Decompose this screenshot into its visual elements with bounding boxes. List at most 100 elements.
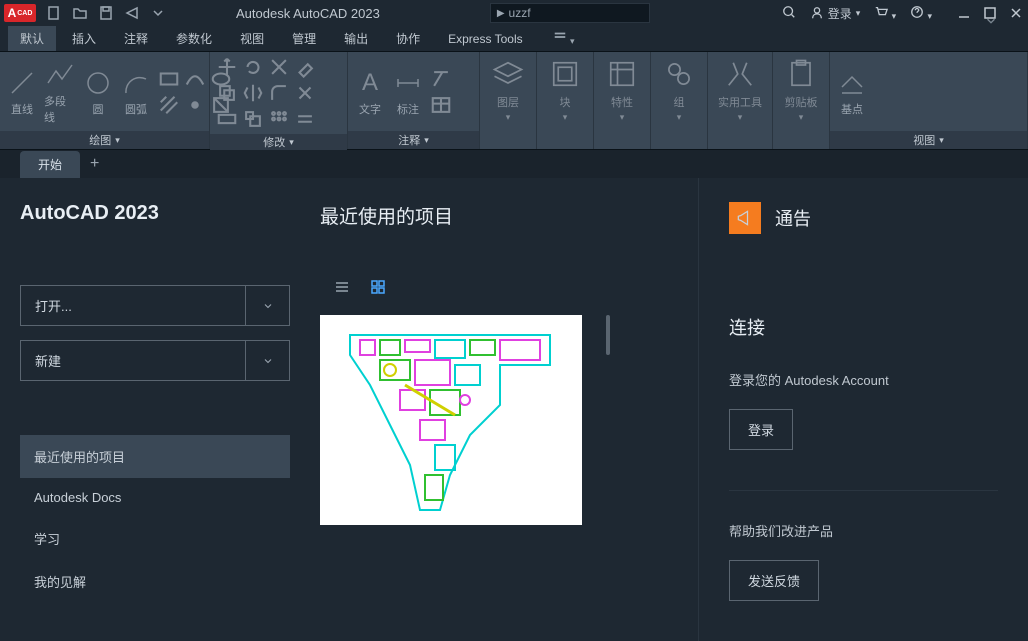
panel-utils[interactable]: 实用工具▾ (708, 52, 773, 149)
panel-props[interactable]: 特性▾ (594, 52, 651, 149)
feedback-button[interactable]: 发送反馈 (729, 560, 819, 601)
signin-button[interactable]: 登录 (729, 409, 793, 450)
announce-title: 通告 (775, 205, 811, 231)
quick-access-toolbar (46, 5, 166, 21)
start-main: 最近使用的项目 (310, 178, 698, 641)
tool-table[interactable] (430, 94, 452, 116)
tool-copy[interactable] (216, 82, 238, 104)
window-title: Autodesk AutoCAD 2023 (236, 6, 380, 21)
tool-text[interactable]: A文字 (354, 67, 386, 117)
minimize-button[interactable] (956, 5, 972, 21)
feedback-hint: 帮助我们改进产品 (729, 521, 998, 540)
tool-rotate[interactable] (242, 56, 264, 78)
ribbon-tab-annotate[interactable]: 注释 (112, 26, 160, 51)
start-page: AutoCAD 2023 打开... 新建 最近使用的项目 Autodesk D… (0, 178, 1028, 641)
search-arrow-icon: ▶ (497, 8, 505, 19)
search-value: uzzf (509, 6, 531, 20)
ribbon-tab-collab[interactable]: 协作 (384, 26, 432, 51)
tool-fillet[interactable] (268, 82, 290, 104)
ribbon-tab-default[interactable]: 默认 (8, 26, 56, 51)
open-dropdown[interactable] (246, 285, 290, 326)
qat-dropdown-icon[interactable] (150, 5, 166, 21)
panel-draw-label: 绘图 (89, 132, 111, 148)
nav-autodesk-docs[interactable]: Autodesk Docs (20, 478, 290, 517)
ribbon-tab-parametric[interactable]: 参数化 (164, 26, 224, 51)
tool-mirror[interactable] (242, 82, 264, 104)
recent-title: 最近使用的项目 (320, 202, 688, 229)
login-button[interactable]: 登录 ▾ (810, 5, 861, 22)
new-file-icon[interactable] (46, 5, 62, 21)
ribbon: 直线 多段线 圆 圆弧 绘图 ▾ (0, 52, 1028, 150)
tool-sm-point[interactable] (184, 94, 206, 116)
collapse-icon[interactable] (984, 14, 998, 31)
tool-dimension[interactable]: 标注 (392, 67, 424, 117)
app-name: AutoCAD 2023 (20, 202, 290, 225)
nav-learn[interactable]: 学习 (20, 517, 290, 560)
panel-groups[interactable]: 组▾ (651, 52, 708, 149)
search-icon[interactable] (782, 5, 796, 22)
panel-view-label: 视图 (913, 132, 935, 148)
ribbon-tab-insert[interactable]: 插入 (60, 26, 108, 51)
tool-leader[interactable] (430, 68, 452, 90)
tool-sm-curve[interactable] (184, 68, 206, 90)
ribbon-tab-menu-icon[interactable]: ▾ (549, 26, 579, 51)
panel-annotate-label: 注释 (398, 132, 420, 148)
start-sidebar: AutoCAD 2023 打开... 新建 最近使用的项目 Autodesk D… (0, 178, 310, 641)
megaphone-icon (729, 202, 761, 234)
panel-layers[interactable]: 图层▾ (480, 52, 537, 149)
modify-tools (216, 56, 316, 130)
panel-draw: 直线 多段线 圆 圆弧 绘图 ▾ (0, 52, 210, 149)
document-tabs: 开始 + (0, 150, 1028, 178)
nav-recent[interactable]: 最近使用的项目 (20, 435, 290, 478)
new-button[interactable]: 新建 (20, 340, 246, 381)
panel-modify: 修改 ▾ (210, 52, 348, 149)
close-button[interactable] (1008, 5, 1024, 21)
tool-explode[interactable] (294, 82, 316, 104)
connect-title: 连接 (729, 314, 998, 340)
ribbon-tabs: 默认 插入 注释 参数化 视图 管理 输出 协作 Express Tools ▾ (0, 26, 1028, 52)
doc-tab-start[interactable]: 开始 (20, 151, 80, 178)
open-button[interactable]: 打开... (20, 285, 246, 326)
panel-modify-label: 修改 (263, 134, 285, 150)
tool-line[interactable]: 直线 (6, 67, 38, 117)
tool-polyline[interactable]: 多段线 (44, 59, 76, 125)
search-input[interactable]: ▶ uzzf (490, 3, 650, 23)
tool-stretch[interactable] (216, 108, 238, 130)
ribbon-tab-manage[interactable]: 管理 (280, 26, 328, 51)
share-icon[interactable] (124, 5, 140, 21)
open-folder-icon[interactable] (72, 5, 88, 21)
login-hint: 登录您的 Autodesk Account (729, 370, 998, 389)
list-view-icon[interactable] (334, 279, 350, 295)
grid-view-icon[interactable] (370, 279, 386, 295)
tool-sm-hatch[interactable] (158, 94, 180, 116)
tool-trim[interactable] (268, 56, 290, 78)
scroll-indicator[interactable] (606, 315, 610, 355)
panel-blocks[interactable]: 块▾ (537, 52, 594, 149)
start-right-panel: 通告 连接 登录您的 Autodesk Account 登录 帮助我们改进产品 … (698, 178, 1028, 641)
tool-scale[interactable] (242, 108, 264, 130)
tool-base[interactable]: 基点 (836, 67, 868, 117)
new-tab-button[interactable]: + (90, 155, 99, 173)
tool-erase[interactable] (294, 56, 316, 78)
tool-circle[interactable]: 圆 (82, 67, 114, 117)
cart-icon[interactable]: ▾ (874, 5, 896, 22)
panel-view: 基点 视图 ▾ (830, 52, 1028, 149)
app-logo[interactable]: ACAD (4, 4, 36, 22)
nav-insights[interactable]: 我的见解 (20, 560, 290, 603)
tool-array[interactable] (268, 108, 290, 130)
panel-clipboard[interactable]: 剪贴板▾ (773, 52, 830, 149)
nav-list: 最近使用的项目 Autodesk Docs 学习 我的见解 (20, 435, 290, 603)
tool-sm-rect[interactable] (158, 68, 180, 90)
new-dropdown[interactable] (246, 340, 290, 381)
panel-annotate: A文字 标注 注释 ▾ (348, 52, 480, 149)
tool-offset[interactable] (294, 108, 316, 130)
ribbon-tab-output[interactable]: 输出 (332, 26, 380, 51)
help-icon[interactable]: ▾ (910, 5, 932, 22)
save-icon[interactable] (98, 5, 114, 21)
ribbon-tab-view[interactable]: 视图 (228, 26, 276, 51)
tool-arc[interactable]: 圆弧 (120, 67, 152, 117)
tool-move[interactable] (216, 56, 238, 78)
recent-file-thumbnail[interactable] (320, 315, 582, 525)
ribbon-tab-express[interactable]: Express Tools (436, 28, 534, 50)
title-bar: ACAD Autodesk AutoCAD 2023 ▶ uzzf 登录 ▾ ▾… (0, 0, 1028, 26)
